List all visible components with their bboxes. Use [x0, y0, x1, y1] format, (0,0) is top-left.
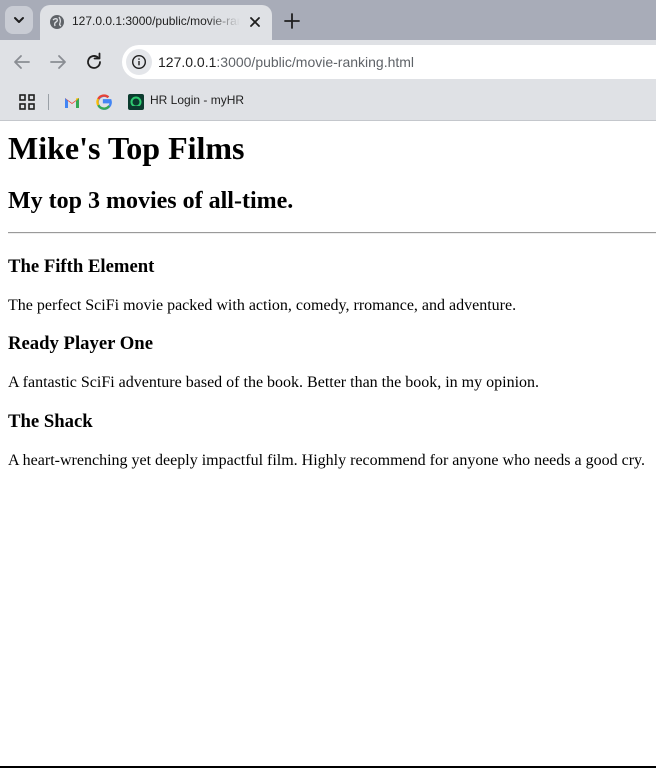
google-icon[interactable]	[95, 93, 113, 111]
close-icon[interactable]	[246, 13, 264, 31]
globe-icon	[50, 15, 64, 29]
browser-toolbar: 127.0.0.1:3000/public/movie-ranking.html	[0, 40, 656, 84]
movie-description: A fantastic SciFi adventure based of the…	[8, 374, 540, 391]
gmail-icon[interactable]	[63, 93, 81, 111]
horizontal-rule	[8, 232, 656, 234]
chevron-down-icon	[14, 17, 24, 23]
movie-title: The Fifth Element	[8, 256, 155, 277]
url-path: :3000/public/movie-ranking.html	[216, 54, 415, 70]
bookmarks-divider	[48, 94, 49, 110]
bookmarks-bar: HR Login - myHR	[0, 84, 656, 121]
tab-title: 127.0.0.1:3000/public/movie-ranking.html	[72, 14, 240, 28]
new-tab-plus-icon[interactable]	[280, 9, 304, 33]
info-icon	[131, 54, 147, 70]
forward-arrow-icon[interactable]	[46, 50, 70, 74]
page-title: Mike's Top Films	[8, 130, 245, 166]
page-content: Mike's Top Films My top 3 movies of all-…	[0, 121, 656, 766]
active-tab[interactable]: 127.0.0.1:3000/public/movie-ranking.html	[40, 5, 272, 40]
tab-search-button[interactable]	[5, 6, 33, 34]
tab-strip: 127.0.0.1:3000/public/movie-ranking.html	[0, 0, 656, 40]
movie-description: The perfect SciFi movie packed with acti…	[8, 297, 517, 314]
url-host: 127.0.0.1	[158, 54, 217, 70]
page-subtitle: My top 3 movies of all-time.	[8, 188, 294, 214]
myhr-icon[interactable]	[127, 93, 145, 111]
bookmark-label-myhr[interactable]: HR Login - myHR	[150, 93, 244, 107]
back-arrow-icon[interactable]	[10, 50, 34, 74]
movie-title: The Shack	[8, 411, 93, 432]
movie-title: Ready Player One	[8, 333, 153, 354]
site-info-button[interactable]	[126, 49, 152, 75]
movie-description: A heart-wrenching yet deeply impactful f…	[8, 452, 645, 469]
url-text: 127.0.0.1:3000/public/movie-ranking.html	[158, 54, 414, 70]
apps-icon[interactable]	[18, 93, 36, 111]
reload-icon[interactable]	[82, 50, 106, 74]
address-bar[interactable]: 127.0.0.1:3000/public/movie-ranking.html	[122, 45, 656, 79]
